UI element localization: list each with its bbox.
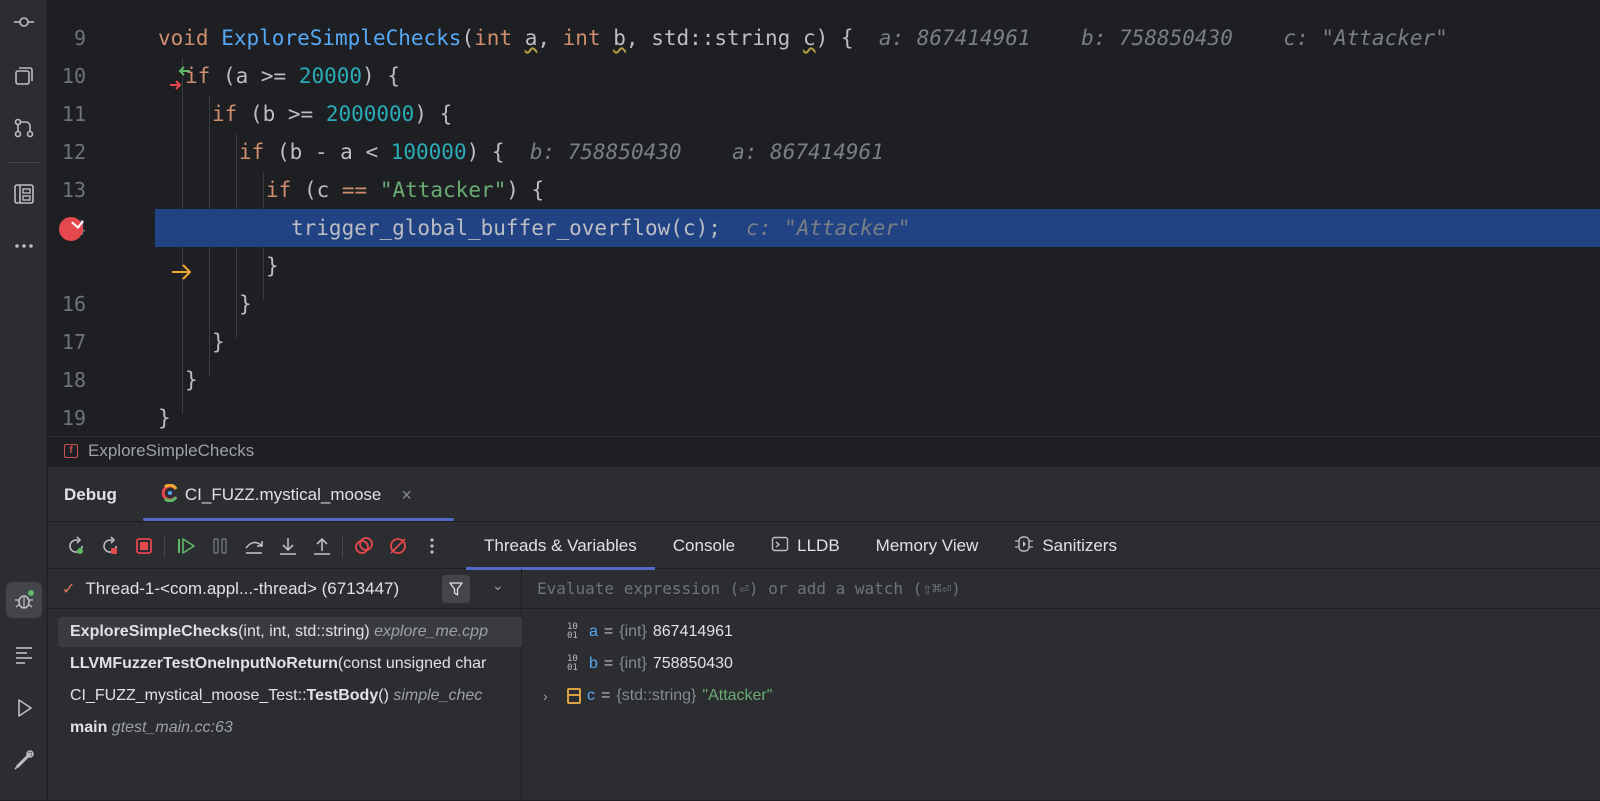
stack-frame[interactable]: LLVMFuzzerTestOneInputNoReturn(const uns… — [58, 649, 522, 679]
inline-value-b: b: 758850430 — [1081, 26, 1233, 50]
mute-breakpoints-icon[interactable] — [386, 534, 410, 558]
code-line-20: 20 } — [48, 399, 1600, 468]
evaluate-expression-input[interactable]: Evaluate expression (⏎) or add a watch (… — [523, 569, 1600, 609]
filter-icon[interactable] — [442, 575, 470, 603]
code-editor[interactable]: 9 10 void ExploreSimpleChecks(int a, int… — [48, 0, 1600, 468]
primitive-icon: 10 01 — [567, 654, 578, 673]
more-options-icon[interactable] — [420, 534, 444, 558]
tab-threads-variables[interactable]: Threads & Variables — [466, 522, 655, 570]
session-tab-label: CI_FUZZ.mystical_moose — [184, 485, 382, 504]
variable-row[interactable]: c = {std::string} "Attacker" — [567, 681, 772, 711]
debug-tool-window: Debug CI_FUZZ.mystical_moose × Threads &… — [48, 466, 1600, 801]
chevron-down-icon[interactable]: ⌄ — [492, 577, 504, 594]
variable-row[interactable]: 10 01 a = {int} 867414961 — [567, 617, 733, 647]
inline-value-c: c: "Attacker" — [746, 216, 911, 240]
frames-panel: ✓ Thread-1-<com.appl...-thread> (6713447… — [48, 569, 522, 801]
code-line-17: 17 } — [48, 285, 1600, 354]
fuzz-session-icon — [161, 483, 179, 507]
code-line-16: 16 } — [48, 247, 1600, 316]
thread-selector[interactable]: ✓ Thread-1-<com.appl...-thread> (6713447… — [48, 569, 522, 609]
inline-value-a: a: 867414961 — [878, 26, 1031, 50]
git-branch-icon[interactable] — [6, 110, 42, 146]
code-line-10: 10 void ExploreSimpleChecks(int a, int b… — [48, 19, 1600, 90]
breakpoint-icon[interactable] — [59, 217, 83, 241]
thread-label: Thread-1-<com.appl...-thread> (6713447) — [85, 578, 400, 598]
code-line-9: 9 — [48, 0, 1600, 50]
commit-icon[interactable] — [6, 4, 42, 40]
inline-value-b: b: 758850430 — [529, 140, 682, 164]
object-icon — [567, 688, 581, 704]
more-tools-icon[interactable] — [6, 228, 42, 264]
tab-memory-view[interactable]: Memory View — [858, 522, 997, 570]
primitive-icon: 10 01 — [567, 622, 578, 641]
debug-session-tab[interactable]: CI_FUZZ.mystical_moose × — [142, 467, 454, 523]
function-icon: f — [64, 443, 78, 458]
code-line-19: 19 } — [48, 361, 1600, 430]
restart-icon[interactable] — [98, 534, 122, 558]
stack-frame[interactable]: main gtest_main.cc:63 — [58, 713, 522, 743]
run-icon[interactable] — [6, 690, 42, 726]
breadcrumb: f ExploreSimpleChecks — [48, 436, 1600, 464]
step-into-icon[interactable] — [276, 534, 300, 558]
inline-value-a: a: 867414961 — [732, 140, 884, 164]
stop-icon[interactable] — [132, 534, 156, 558]
code-line-14: 14 if (c == "Attacker") { — [48, 171, 1600, 240]
view-breakpoints-icon[interactable] — [352, 534, 376, 558]
code-line-12: 12 if (b >= 2000000) { — [48, 95, 1600, 164]
sanitizer-icon — [1014, 535, 1034, 558]
code-line-15: trigger_global_buffer_overflow(c); c: "A… — [48, 209, 1600, 280]
inline-value-c: c: "Attacker" — [1283, 26, 1448, 50]
pull-requests-icon[interactable] — [6, 58, 42, 94]
tool-strip — [0, 0, 48, 800]
step-over-icon[interactable] — [242, 534, 266, 558]
close-icon[interactable]: × — [401, 485, 412, 506]
debug-tabs: Threads & Variables Console LLDB Memory … — [466, 522, 1135, 570]
tool-window-header: Debug CI_FUZZ.mystical_moose × — [48, 467, 1600, 523]
debug-tool-icon[interactable] — [6, 582, 42, 618]
tab-sanitizers[interactable]: Sanitizers — [996, 522, 1135, 570]
terminal-icon — [771, 535, 789, 558]
pause-icon[interactable] — [208, 534, 232, 558]
breadcrumb-function[interactable]: ExploreSimpleChecks — [88, 441, 254, 461]
code-line-18: 18 } — [48, 323, 1600, 392]
tool-window-title: Debug — [64, 485, 117, 504]
variable-row[interactable]: 10 01 b = {int} 758850430 — [567, 649, 733, 679]
chevron-right-icon[interactable]: › — [543, 688, 548, 704]
debug-toolbar: Threads & Variables Console LLDB Memory … — [48, 521, 1600, 570]
code-line-11: 11 if (a >= 20000) { — [48, 57, 1600, 126]
variables-panel: Evaluate expression (⏎) or add a watch (… — [523, 569, 1600, 801]
resume-icon[interactable] — [174, 534, 198, 558]
services-icon[interactable] — [6, 742, 42, 778]
tab-lldb[interactable]: LLDB — [753, 522, 858, 570]
stack-frame[interactable]: ExploreSimpleChecks(int, int, std::strin… — [58, 617, 522, 647]
step-out-icon[interactable] — [310, 534, 334, 558]
rerun-icon[interactable] — [64, 534, 88, 558]
tab-console[interactable]: Console — [655, 522, 753, 570]
stack-frame[interactable]: CI_FUZZ_mystical_moose_Test::TestBody() … — [58, 681, 522, 711]
function-signature: void ExploreSimpleChecks(int a, int b, s… — [158, 26, 1448, 50]
check-icon: ✓ — [62, 580, 76, 598]
problems-list-icon[interactable] — [6, 636, 42, 672]
structure-icon[interactable] — [6, 176, 42, 212]
code-line-13: 13 if (b - a < 100000) { b: 758850430 a:… — [48, 133, 1600, 202]
